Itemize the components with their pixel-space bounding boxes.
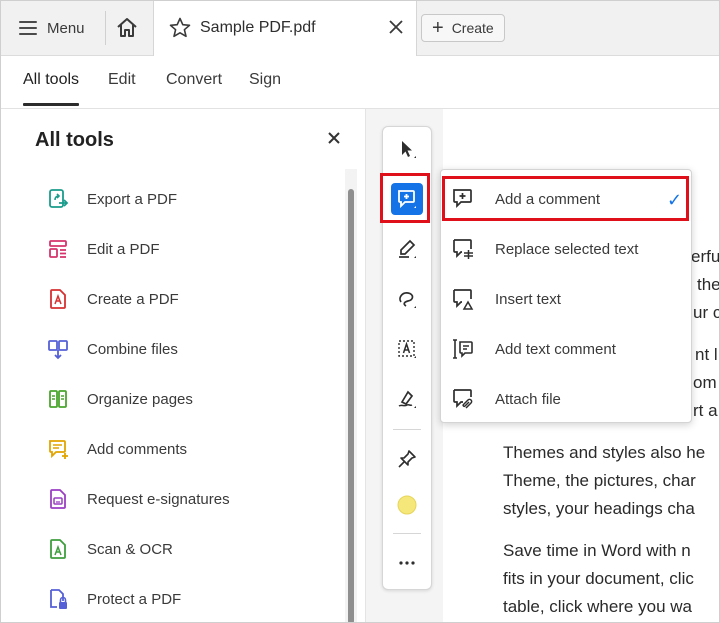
tool-request-esignatures[interactable]: Request e-signatures <box>47 486 230 512</box>
organize-pages-icon <box>49 390 67 408</box>
request-esignatures-icon <box>50 489 66 509</box>
add-comments-icon <box>49 440 68 459</box>
tool-organize-pages[interactable]: Organize pages <box>47 386 193 412</box>
more-dots-icon <box>399 561 415 565</box>
tab-all-tools[interactable]: All tools <box>23 71 79 89</box>
menu-item-label: Attach file <box>495 390 561 408</box>
color-picker-button[interactable] <box>391 489 423 521</box>
document-tab[interactable]: Sample PDF.pdf <box>153 1 417 56</box>
doc-text-fragment: the <box>697 275 720 294</box>
home-icon[interactable] <box>114 15 140 41</box>
lasso-draw-icon <box>399 292 416 308</box>
doc-paragraph-line: Theme, the pictures, char <box>503 471 696 490</box>
tool-combine-files[interactable]: Combine files <box>47 336 178 362</box>
tool-label: Edit a PDF <box>87 240 160 258</box>
tool-label: Protect a PDF <box>87 590 182 608</box>
menu-item-add-text-comment[interactable]: Add text comment <box>451 334 616 364</box>
tool-export-pdf[interactable]: Export a PDF <box>47 186 177 212</box>
tool-label: Organize pages <box>87 390 193 408</box>
text-box-icon <box>398 340 416 358</box>
scan-ocr-icon <box>50 539 66 559</box>
menu-item-label: Add text comment <box>495 340 616 358</box>
export-pdf-icon <box>49 189 69 208</box>
menu-item-replace-text[interactable]: Replace selected text <box>451 234 638 264</box>
menu-item-insert-text[interactable]: Insert text <box>451 284 561 314</box>
doc-text-fragment: om <box>693 373 717 392</box>
toolbar-divider <box>393 429 421 430</box>
tab-convert[interactable]: Convert <box>166 71 222 89</box>
protect-pdf-icon <box>50 589 67 609</box>
doc-text-fragment: erfu <box>691 247 720 266</box>
highlighter-icon <box>399 239 416 258</box>
tab-sign[interactable]: Sign <box>249 71 281 89</box>
tool-protect-pdf[interactable]: Protect a PDF <box>47 586 181 612</box>
close-tab-icon[interactable] <box>386 17 406 42</box>
add-text-comment-icon <box>453 339 473 359</box>
highlight-tool-button[interactable] <box>391 233 423 265</box>
hamburger-icon <box>19 21 37 35</box>
panel-title: All tools <box>35 129 114 151</box>
menu-item-label: Replace selected text <box>495 240 639 258</box>
replace-text-icon <box>453 239 473 259</box>
divider <box>105 11 106 45</box>
highlight-frame <box>442 176 689 221</box>
tab-bar: Menu Sample PDF.pdf + Create <box>1 1 719 56</box>
pin-tool-button[interactable] <box>391 443 423 475</box>
doc-paragraph-line: Themes and styles also he <box>503 443 706 462</box>
tool-label: Scan & OCR <box>87 540 173 558</box>
doc-paragraph-line: fits in your document, clic <box>503 569 694 588</box>
draw-tool-button[interactable] <box>391 283 423 315</box>
tool-add-comments[interactable]: Add comments <box>47 436 187 462</box>
create-button[interactable]: + Create <box>421 14 505 42</box>
doc-paragraph-line: table, click where you wa <box>503 597 692 616</box>
insert-text-icon <box>453 289 474 310</box>
select-tool-button[interactable] <box>391 133 423 165</box>
nav-row: All tools Edit Convert Sign <box>1 56 719 109</box>
doc-text-fragment: nt l <box>695 345 718 364</box>
tool-label: Add comments <box>87 440 188 458</box>
pen-sign-icon <box>398 390 416 408</box>
tool-label: Combine files <box>87 340 178 358</box>
toolbar-divider <box>393 533 421 534</box>
tab-edit[interactable]: Edit <box>108 71 136 89</box>
tool-label: Create a PDF <box>87 290 179 308</box>
sign-tool-button[interactable] <box>391 383 423 415</box>
create-pdf-icon <box>50 289 66 309</box>
create-label: Create <box>451 20 494 36</box>
pin-icon <box>398 450 416 468</box>
tool-label: Export a PDF <box>87 190 178 208</box>
combine-files-icon <box>48 340 68 360</box>
attach-file-icon <box>453 389 473 409</box>
menu-item-label: Insert text <box>495 290 561 308</box>
app-window: Menu Sample PDF.pdf + Create All tools E… <box>0 0 720 623</box>
more-tools-button[interactable] <box>391 547 423 579</box>
tool-edit-pdf[interactable]: Edit a PDF <box>47 236 160 262</box>
edit-pdf-icon <box>49 240 67 258</box>
all-tools-panel: All tools Export a PDF Edit a PDF Create… <box>1 109 366 622</box>
close-panel-icon[interactable] <box>325 129 343 153</box>
tool-scan-ocr[interactable]: Scan & OCR <box>47 536 173 562</box>
plus-icon: + <box>432 17 444 39</box>
text-box-tool-button[interactable] <box>391 333 423 365</box>
active-tab-indicator <box>23 103 79 106</box>
menu-label: Menu <box>47 19 85 37</box>
tool-create-pdf[interactable]: Create a PDF <box>47 286 179 312</box>
highlight-frame <box>380 173 430 223</box>
cursor-arrow-icon <box>402 141 416 158</box>
document-tab-name: Sample PDF.pdf <box>200 19 316 36</box>
menu-item-attach-file[interactable]: Attach file <box>451 384 561 414</box>
menu-button[interactable]: Menu <box>19 15 85 41</box>
doc-text-fragment: rt a <box>693 401 718 420</box>
scrollbar-thumb[interactable] <box>348 189 354 622</box>
color-swatch-icon <box>397 495 417 515</box>
doc-paragraph-line: Save time in Word with n <box>503 541 691 560</box>
doc-paragraph-line: styles, your headings cha <box>503 499 695 518</box>
tool-label: Request e-signatures <box>87 490 230 508</box>
star-icon[interactable] <box>168 16 192 45</box>
doc-text-fragment: ur c <box>693 303 720 322</box>
